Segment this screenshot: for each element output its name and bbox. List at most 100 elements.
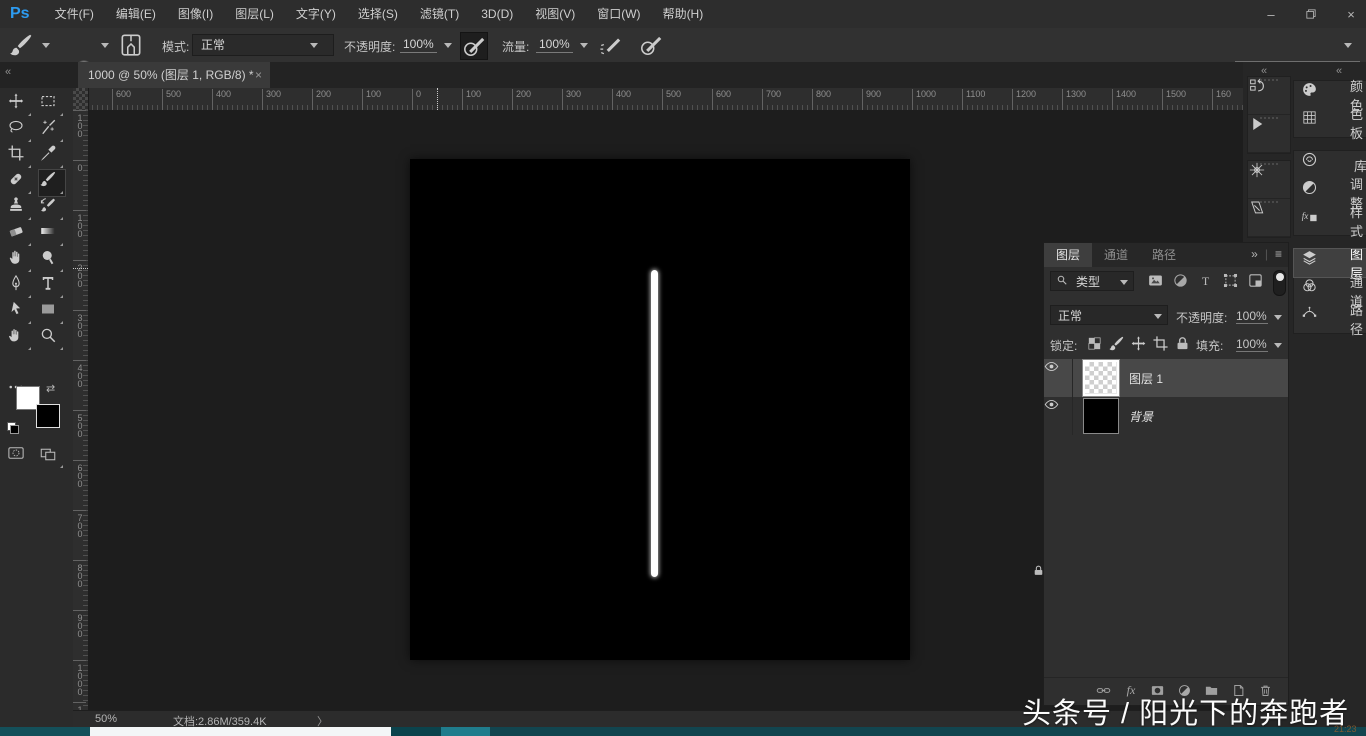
quick-mask-button[interactable] [7,444,33,470]
menu-item[interactable]: 编辑(E) [105,0,167,28]
eyedropper-tool[interactable] [39,144,65,170]
spot-healing-tool[interactable] [7,170,33,196]
flow-value[interactable]: 100% [536,37,573,53]
history-panel[interactable] [1248,77,1290,115]
screen-mode-button[interactable] [39,444,65,470]
move-tool[interactable] [7,92,33,118]
eraser-tool[interactable] [7,222,33,248]
panel-tab[interactable]: 图层 [1044,243,1093,267]
workspace-caret[interactable] [1344,43,1352,48]
zoom-level[interactable]: 50% [95,713,117,725]
collapse-label-dock[interactable]: « [1336,65,1342,77]
clone-stamp-tool[interactable] [7,196,33,222]
airbrush-icon [598,32,624,58]
libraries-icon [1301,151,1348,179]
pressure-size-button[interactable] [638,32,664,58]
menu-item[interactable]: 选择(S) [347,0,409,28]
brush-tool[interactable] [38,169,66,197]
canvas[interactable] [410,159,910,660]
toggle-brush-panel-button[interactable] [118,32,144,58]
pressure-icon [461,33,487,59]
menu-item[interactable]: 文字(Y) [285,0,347,28]
layer-name[interactable]: 图层 1 [1129,370,1163,387]
tool-preset-caret[interactable] [42,43,50,48]
visibility-toggle[interactable] [1044,397,1073,435]
flow-label: 流量: [502,40,530,54]
visibility-toggle[interactable] [1044,359,1073,397]
panel-tab[interactable]: 路径 [1140,243,1188,267]
minimize-button[interactable]: – [1262,7,1280,22]
swap-colors-icon[interactable]: ⇄ [46,382,55,395]
menu-item[interactable]: 窗口(W) [586,0,651,28]
smudge-tool[interactable] [7,248,33,274]
layer-lock-icon [1032,564,1276,602]
pen-tool[interactable] [7,274,33,300]
panel-menu-icon[interactable]: ≡ [1275,247,1282,261]
fill-caret[interactable] [1274,343,1282,348]
info-icon [1248,199,1290,236]
menu-item[interactable]: 文件(F) [44,0,105,28]
close-button[interactable]: × [1342,7,1360,22]
airbrush-button[interactable] [598,32,624,58]
opacity-value[interactable]: 100% [400,37,437,53]
brush-picker-caret[interactable] [101,43,109,48]
filter-toggle-pill[interactable] [1273,270,1286,296]
opacity-caret[interactable] [444,43,452,48]
menu-item[interactable]: 视图(V) [524,0,586,28]
magic-wand-tool[interactable] [39,118,65,144]
layer-opacity-caret[interactable] [1274,315,1282,320]
zoom-tool[interactable] [39,326,65,352]
tab-divider: | [1264,247,1268,261]
menu-item[interactable]: 滤镜(T) [409,0,470,28]
styles-panel[interactable]: fx 样式 [1294,205,1366,239]
panel-expand-icon[interactable]: » [1251,247,1258,261]
layer-row-background[interactable]: 背景 [1034,397,1288,575]
layer-thumbnail[interactable] [1083,398,1119,434]
hand-tool[interactable] [7,326,33,352]
menu-item[interactable]: 图层(L) [224,0,285,28]
navigator-icon [1248,161,1290,198]
tool-preset-picker[interactable] [8,32,34,58]
tab-close-icon[interactable]: × [255,62,262,88]
history-brush-tool[interactable] [39,196,65,222]
layer-blend-select[interactable]: 正常 [1050,305,1168,325]
fill-value[interactable]: 100% [1236,337,1268,352]
marquee-tool[interactable] [39,92,65,118]
menu-item[interactable]: 图像(I) [167,0,224,28]
ruler-origin-box[interactable] [73,88,89,111]
panel-tab[interactable]: 通道 [1092,243,1140,267]
path-selection-tool[interactable] [7,300,33,326]
hand-icon [7,326,33,352]
pressure-opacity-button[interactable] [460,32,488,60]
healing-icon [7,170,33,196]
default-colors-icon[interactable] [7,422,19,434]
layer-row-layer1[interactable]: 图层 1 [1044,359,1288,397]
type-tool[interactable] [39,274,65,300]
lasso-tool[interactable] [7,118,33,144]
swatches-panel[interactable]: 色板 [1294,107,1366,141]
info-panel[interactable] [1248,199,1290,237]
document-tab[interactable]: 1000 @ 50% (图层 1, RGB/8) * × [78,62,270,88]
eyedrop-icon [39,144,65,170]
crop-tool[interactable] [7,144,33,170]
shape-tool[interactable] [39,300,65,326]
background-color-swatch[interactable] [36,404,60,428]
menu-item[interactable]: 帮助(H) [652,0,715,28]
flow-caret[interactable] [580,43,588,48]
layer-name[interactable]: 背景 [1129,408,1153,425]
filter-kind-select[interactable]: 类型 [1050,271,1134,291]
actions-panel[interactable] [1248,115,1290,153]
restore-button[interactable] [1302,7,1320,22]
layer-opacity-value[interactable]: 100% [1236,309,1268,324]
search-icon [1056,274,1068,286]
navigator-panel[interactable] [1248,161,1290,199]
icon-dock-group-2 [1247,160,1291,238]
menu-item[interactable]: 3D(D) [470,0,524,28]
pen-icon [7,274,33,300]
quickmask-icon [7,444,33,470]
gradient-tool[interactable] [39,222,65,248]
collapse-left-icon[interactable]: « [5,66,11,78]
mode-label: 模式: [162,40,190,54]
dodge-tool[interactable] [39,248,65,274]
layer-thumbnail[interactable] [1082,359,1120,397]
